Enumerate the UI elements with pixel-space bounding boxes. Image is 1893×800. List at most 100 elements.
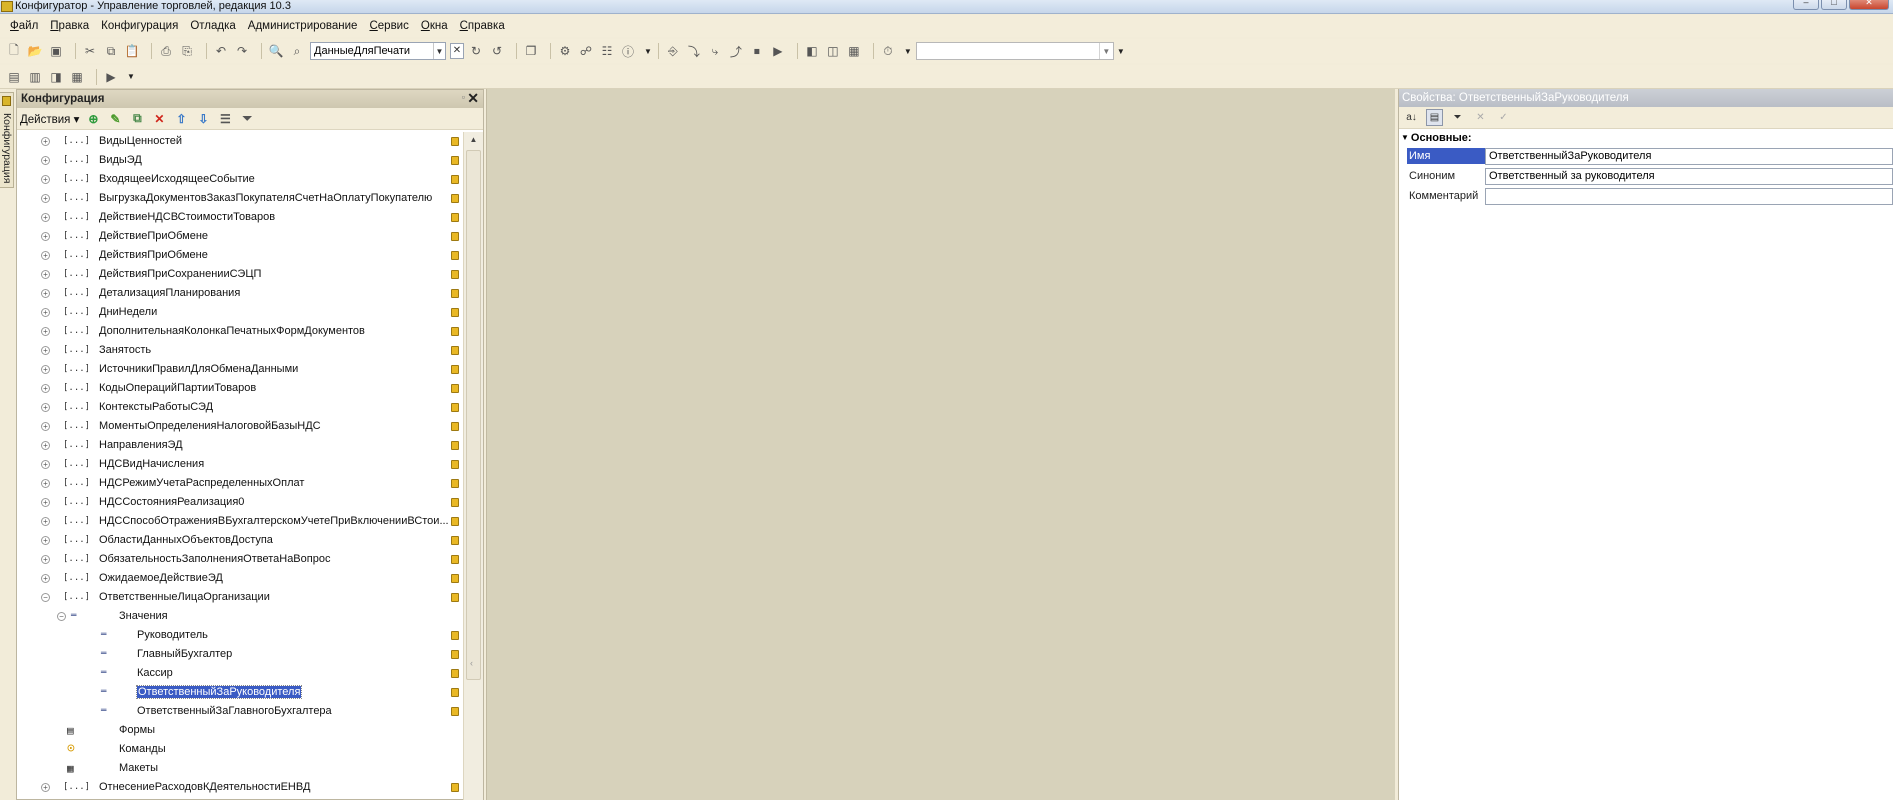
config-tree-icon[interactable]: ▤ — [6, 69, 22, 85]
edit-icon[interactable]: ✎ — [107, 111, 123, 127]
clock-icon[interactable]: ⏱ — [880, 43, 896, 59]
tree-node[interactable]: + [...] НДСРежимУчетаРаспределенныхОплат — [17, 474, 463, 493]
tree-node[interactable]: + [...] ОжидаемоеДействиеЭД — [17, 569, 463, 588]
calc-icon[interactable]: ▦ — [846, 43, 862, 59]
expand-icon[interactable]: + — [41, 232, 50, 241]
tree-node[interactable]: + [...] Занятость — [17, 341, 463, 360]
find-next-icon[interactable]: ↻ — [468, 43, 484, 59]
tree-node[interactable]: + [...] ВходящееИсходящееСобытие — [17, 170, 463, 189]
tree-node[interactable]: ═ ГлавныйБухгалтер — [17, 645, 463, 664]
cut-icon[interactable]: ✂ — [82, 43, 98, 59]
expand-icon[interactable]: + — [41, 365, 50, 374]
chevron-down-icon[interactable]: ▼ — [433, 43, 445, 59]
debug-continue-icon[interactable]: ▶ — [770, 43, 786, 59]
redo-icon[interactable]: ↷ — [234, 43, 250, 59]
menu-edit[interactable]: Правка — [44, 15, 95, 37]
expand-icon[interactable]: + — [41, 555, 50, 564]
tree-node[interactable]: + [...] ДействиеПриОбмене — [17, 227, 463, 246]
expand-icon[interactable]: + — [41, 137, 50, 146]
close-window-icon[interactable]: ✕ — [1849, 0, 1889, 10]
clear-search-icon[interactable]: ✕ — [450, 43, 464, 59]
tree-node[interactable]: + [...] ОтнесениеРасходовКДеятельностиЕНВД — [17, 778, 463, 797]
open-folder-icon[interactable]: 📂 — [27, 43, 43, 59]
tree-node[interactable]: − [...] ОтветственныеЛицаОрганизации — [17, 588, 463, 607]
property-row[interactable]: Имя ОтветственныйЗаРуководителя — [1399, 146, 1893, 166]
syntax-assistant-icon[interactable]: ⚙ — [557, 43, 573, 59]
tree-node[interactable]: + [...] МоментыОпределенияНалоговойБазыНДС — [17, 417, 463, 436]
expand-icon[interactable]: + — [41, 384, 50, 393]
print-preview-icon[interactable]: ⎘ — [179, 43, 195, 59]
property-value-field[interactable]: ОтветственныйЗаРуководителя — [1485, 147, 1893, 165]
expand-icon[interactable]: + — [41, 498, 50, 507]
global-search-input[interactable]: ▼ — [915, 42, 1114, 60]
module-icon[interactable]: ☷ — [599, 43, 615, 59]
tree-node[interactable]: + [...] ВидыЦенностей — [17, 132, 463, 151]
tree-node[interactable]: + [...] ДействияПриОбмене — [17, 246, 463, 265]
tree-node[interactable]: + [...] ВыгрузкаДокументовЗаказПокупателяС… — [17, 189, 463, 208]
search-combo[interactable]: ДанныеДляПечати ▼ — [310, 42, 446, 60]
expand-icon[interactable]: + — [41, 251, 50, 260]
expand-icon[interactable]: + — [41, 175, 50, 184]
property-value-field[interactable] — [1485, 187, 1893, 205]
info-icon[interactable]: ⓘ — [620, 43, 636, 59]
scrollbar-thumb[interactable] — [466, 150, 481, 680]
tree-node[interactable]: ⊙ Команды — [17, 740, 463, 759]
tree-node[interactable]: ═ Руководитель — [17, 626, 463, 645]
tree-node[interactable]: ▤ Формы — [17, 721, 463, 740]
menu-file[interactable]: Файл — [4, 15, 44, 37]
debug-start-icon[interactable]: ⎆ — [665, 43, 681, 59]
apply-icon[interactable]: ✓ — [1495, 109, 1512, 126]
undo-icon[interactable]: ↶ — [213, 43, 229, 59]
tree-node[interactable]: + [...] НаправленияЭД — [17, 436, 463, 455]
tree-node[interactable]: − ═ Значения — [17, 607, 463, 626]
expand-icon[interactable]: + — [41, 327, 50, 336]
tree-node[interactable]: ═ ОтветственныйЗаРуководителя — [17, 683, 463, 702]
expand-icon[interactable]: + — [41, 308, 50, 317]
debug-stop-icon[interactable]: ⏹ — [749, 43, 765, 59]
filter-properties-icon[interactable]: ⏷ — [1449, 109, 1466, 126]
tree-node[interactable]: + [...] ИсточникиПравилДляОбменаДанными — [17, 360, 463, 379]
collapse-icon[interactable]: − — [57, 612, 66, 621]
tree-node[interactable]: + [...] ДействияПриСохраненииСЭЦП — [17, 265, 463, 284]
menu-help[interactable]: Справка — [454, 15, 511, 37]
copy-item-icon[interactable]: ⧉ — [129, 111, 145, 127]
properties-group-main[interactable]: ▼ Основные: — [1399, 129, 1893, 146]
database-icon[interactable]: ▥ — [27, 69, 43, 85]
expand-icon[interactable]: + — [41, 156, 50, 165]
toolbar-dropdown-icon[interactable]: ▼ — [127, 72, 135, 81]
expand-icon[interactable]: + — [41, 536, 50, 545]
expand-icon[interactable]: + — [41, 460, 50, 469]
debug-step-over-icon[interactable]: ⤷ — [707, 43, 723, 59]
tree-node[interactable]: + [...] ДниНедели — [17, 303, 463, 322]
toolbar-dropdown-icon[interactable]: ▼ — [644, 47, 652, 56]
chevron-down-icon[interactable]: ▼ — [1098, 43, 1113, 59]
tree-scrollbar[interactable]: ▲ ‹ — [463, 132, 483, 800]
expand-icon[interactable]: + — [41, 422, 50, 431]
evaluate-icon[interactable]: ◫ — [825, 43, 841, 59]
sort-alphabetical-icon[interactable]: a↓ — [1403, 109, 1420, 126]
save-icon[interactable]: ▣ — [48, 43, 64, 59]
menu-debug[interactable]: Отладка — [184, 15, 241, 37]
tree-node[interactable]: ▦ Макеты — [17, 759, 463, 778]
find-previous-icon[interactable]: ↺ — [489, 43, 505, 59]
minimize-icon[interactable]: – — [1793, 0, 1819, 10]
expand-icon[interactable]: + — [41, 213, 50, 222]
menu-windows[interactable]: Окна — [415, 15, 454, 37]
expand-icon[interactable]: + — [41, 403, 50, 412]
property-row[interactable]: Синоним Ответственный за руководителя — [1399, 166, 1893, 186]
menu-administration[interactable]: Администрирование — [242, 15, 364, 37]
property-row[interactable]: Комментарий — [1399, 186, 1893, 206]
expand-icon[interactable]: + — [41, 517, 50, 526]
scroll-up-icon[interactable]: ▲ — [464, 132, 483, 148]
tree-node[interactable]: + [...] ДополнительнаяКолонкаПечатныхФормД… — [17, 322, 463, 341]
expand-icon[interactable]: + — [41, 479, 50, 488]
expand-icon[interactable]: + — [41, 441, 50, 450]
menu-service[interactable]: Сервис — [363, 15, 414, 37]
expand-icon[interactable]: + — [41, 289, 50, 298]
expand-icon[interactable]: + — [41, 783, 50, 792]
move-up-icon[interactable]: ⇧ — [173, 111, 189, 127]
move-down-icon[interactable]: ⇩ — [195, 111, 211, 127]
tree-node[interactable]: ═ Кассир — [17, 664, 463, 683]
filter-icon[interactable]: ⏷ — [239, 111, 255, 127]
expand-icon[interactable]: + — [41, 194, 50, 203]
